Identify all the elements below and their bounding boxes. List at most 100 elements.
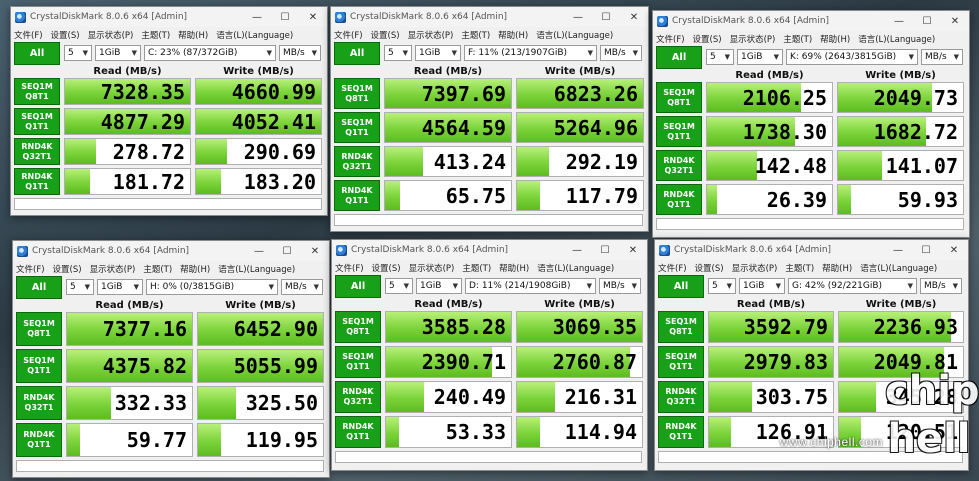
- menu-item[interactable]: 设置(S): [51, 29, 80, 41]
- menu-item[interactable]: 主题(T): [461, 29, 490, 41]
- drive-select[interactable]: D: 11% (214/1908GiB) ▼: [465, 278, 596, 294]
- test-button[interactable]: SEQ1M Q1T1: [14, 108, 60, 135]
- maximize-button[interactable]: ☐: [912, 245, 940, 256]
- close-button[interactable]: ✕: [301, 246, 329, 257]
- test-button[interactable]: RND4K Q32T1: [14, 138, 60, 165]
- comment-field[interactable]: [656, 218, 964, 230]
- test-button[interactable]: RND4K Q1T1: [334, 180, 380, 211]
- maximize-button[interactable]: ☐: [592, 12, 620, 23]
- test-button[interactable]: SEQ1M Q8T1: [335, 311, 381, 343]
- test-button[interactable]: SEQ1M Q8T1: [14, 78, 60, 105]
- menu-item[interactable]: 语言(L)(Language): [216, 29, 293, 41]
- comment-field[interactable]: [335, 451, 642, 463]
- maximize-button[interactable]: ☐: [271, 12, 299, 23]
- menu-item[interactable]: 帮助(H): [178, 29, 208, 41]
- count-select[interactable]: 5 ▼: [64, 45, 92, 61]
- test-button[interactable]: RND4K Q32T1: [335, 381, 381, 413]
- menu-item[interactable]: 设置(S): [695, 262, 724, 274]
- maximize-button[interactable]: ☐: [591, 245, 619, 256]
- menu-item[interactable]: 帮助(H): [822, 262, 852, 274]
- menu-item[interactable]: 设置(S): [53, 263, 82, 275]
- size-select[interactable]: 1GiB ▼: [739, 278, 785, 294]
- close-button[interactable]: ✕: [299, 12, 327, 23]
- menu-item[interactable]: 文件(F): [16, 263, 45, 275]
- menu-item[interactable]: 语言(L)(Language): [536, 29, 613, 41]
- menu-item[interactable]: 帮助(H): [498, 29, 528, 41]
- menu-item[interactable]: 语言(L)(Language): [218, 263, 295, 275]
- menu-item[interactable]: 语言(L)(Language): [860, 262, 937, 274]
- test-button[interactable]: SEQ1M Q1T1: [335, 346, 381, 378]
- test-button[interactable]: RND4K Q32T1: [334, 146, 380, 177]
- close-button[interactable]: ✕: [941, 16, 969, 27]
- drive-select[interactable]: F: 11% (213/1907GiB) ▼: [464, 45, 597, 61]
- menu-item[interactable]: 主题(T): [783, 33, 812, 45]
- close-button[interactable]: ✕: [619, 245, 647, 256]
- unit-select[interactable]: MB/s ▼: [921, 49, 963, 65]
- minimize-button[interactable]: —: [564, 12, 592, 23]
- all-button[interactable]: All: [14, 41, 60, 65]
- menu-item[interactable]: 语言(L)(Language): [537, 262, 614, 274]
- menu-item[interactable]: 文件(F): [658, 262, 687, 274]
- maximize-button[interactable]: ☐: [913, 16, 941, 27]
- test-button[interactable]: RND4K Q32T1: [656, 150, 702, 181]
- menu-item[interactable]: 显示状态(P): [90, 263, 136, 275]
- all-button[interactable]: All: [658, 274, 704, 298]
- unit-select[interactable]: MB/s ▼: [920, 278, 962, 294]
- test-button[interactable]: SEQ1M Q8T1: [334, 78, 380, 109]
- count-select[interactable]: 5 ▼: [708, 278, 736, 294]
- unit-select[interactable]: MB/s ▼: [279, 45, 321, 61]
- menu-item[interactable]: 文件(F): [334, 29, 363, 41]
- minimize-button[interactable]: —: [885, 16, 913, 27]
- menu-item[interactable]: 设置(S): [693, 33, 722, 45]
- minimize-button[interactable]: —: [243, 12, 271, 23]
- menu-item[interactable]: 文件(F): [14, 29, 43, 41]
- all-button[interactable]: All: [16, 275, 62, 299]
- menu-item[interactable]: 语言(L)(Language): [858, 33, 935, 45]
- menu-item[interactable]: 主题(T): [143, 263, 172, 275]
- test-button[interactable]: SEQ1M Q8T1: [656, 82, 702, 113]
- drive-select[interactable]: C: 23% (87/372GiB) ▼: [144, 45, 276, 61]
- test-button[interactable]: SEQ1M Q8T1: [658, 311, 704, 343]
- menu-item[interactable]: 帮助(H): [820, 33, 850, 45]
- menu-item[interactable]: 帮助(H): [499, 262, 529, 274]
- test-button[interactable]: RND4K Q1T1: [14, 168, 60, 195]
- unit-select[interactable]: MB/s ▼: [600, 45, 642, 61]
- size-select[interactable]: 1GiB ▼: [97, 279, 143, 295]
- menu-item[interactable]: 设置(S): [371, 29, 400, 41]
- count-select[interactable]: 5 ▼: [706, 49, 734, 65]
- test-button[interactable]: SEQ1M Q1T1: [656, 116, 702, 147]
- count-select[interactable]: 5 ▼: [66, 279, 94, 295]
- menu-item[interactable]: 文件(F): [656, 33, 685, 45]
- size-select[interactable]: 1GiB ▼: [737, 49, 783, 65]
- menu-item[interactable]: 显示状态(P): [88, 29, 134, 41]
- comment-field[interactable]: [334, 214, 643, 226]
- menu-item[interactable]: 主题(T): [462, 262, 491, 274]
- test-button[interactable]: SEQ1M Q1T1: [334, 112, 380, 143]
- menu-item[interactable]: 主题(T): [785, 262, 814, 274]
- maximize-button[interactable]: ☐: [273, 246, 301, 257]
- size-select[interactable]: 1GiB ▼: [95, 45, 141, 61]
- size-select[interactable]: 1GiB ▼: [415, 45, 461, 61]
- test-button[interactable]: RND4K Q1T1: [658, 416, 704, 448]
- test-button[interactable]: SEQ1M Q1T1: [658, 346, 704, 378]
- count-select[interactable]: 5 ▼: [385, 278, 413, 294]
- test-button[interactable]: RND4K Q1T1: [16, 423, 62, 457]
- menu-item[interactable]: 显示状态(P): [732, 262, 778, 274]
- minimize-button[interactable]: —: [245, 246, 273, 257]
- menu-item[interactable]: 文件(F): [335, 262, 364, 274]
- menu-item[interactable]: 显示状态(P): [408, 29, 454, 41]
- test-button[interactable]: RND4K Q32T1: [658, 381, 704, 413]
- menu-item[interactable]: 帮助(H): [180, 263, 210, 275]
- minimize-button[interactable]: —: [563, 245, 591, 256]
- size-select[interactable]: 1GiB ▼: [416, 278, 462, 294]
- all-button[interactable]: All: [334, 41, 380, 65]
- close-button[interactable]: ✕: [940, 245, 968, 256]
- all-button[interactable]: All: [335, 274, 381, 298]
- menu-item[interactable]: 显示状态(P): [730, 33, 776, 45]
- menu-item[interactable]: 显示状态(P): [409, 262, 455, 274]
- test-button[interactable]: SEQ1M Q1T1: [16, 349, 62, 383]
- close-button[interactable]: ✕: [620, 12, 648, 23]
- drive-select[interactable]: K: 69% (2643/3815GiB) ▼: [786, 49, 918, 65]
- count-select[interactable]: 5 ▼: [384, 45, 412, 61]
- comment-field[interactable]: [14, 198, 322, 210]
